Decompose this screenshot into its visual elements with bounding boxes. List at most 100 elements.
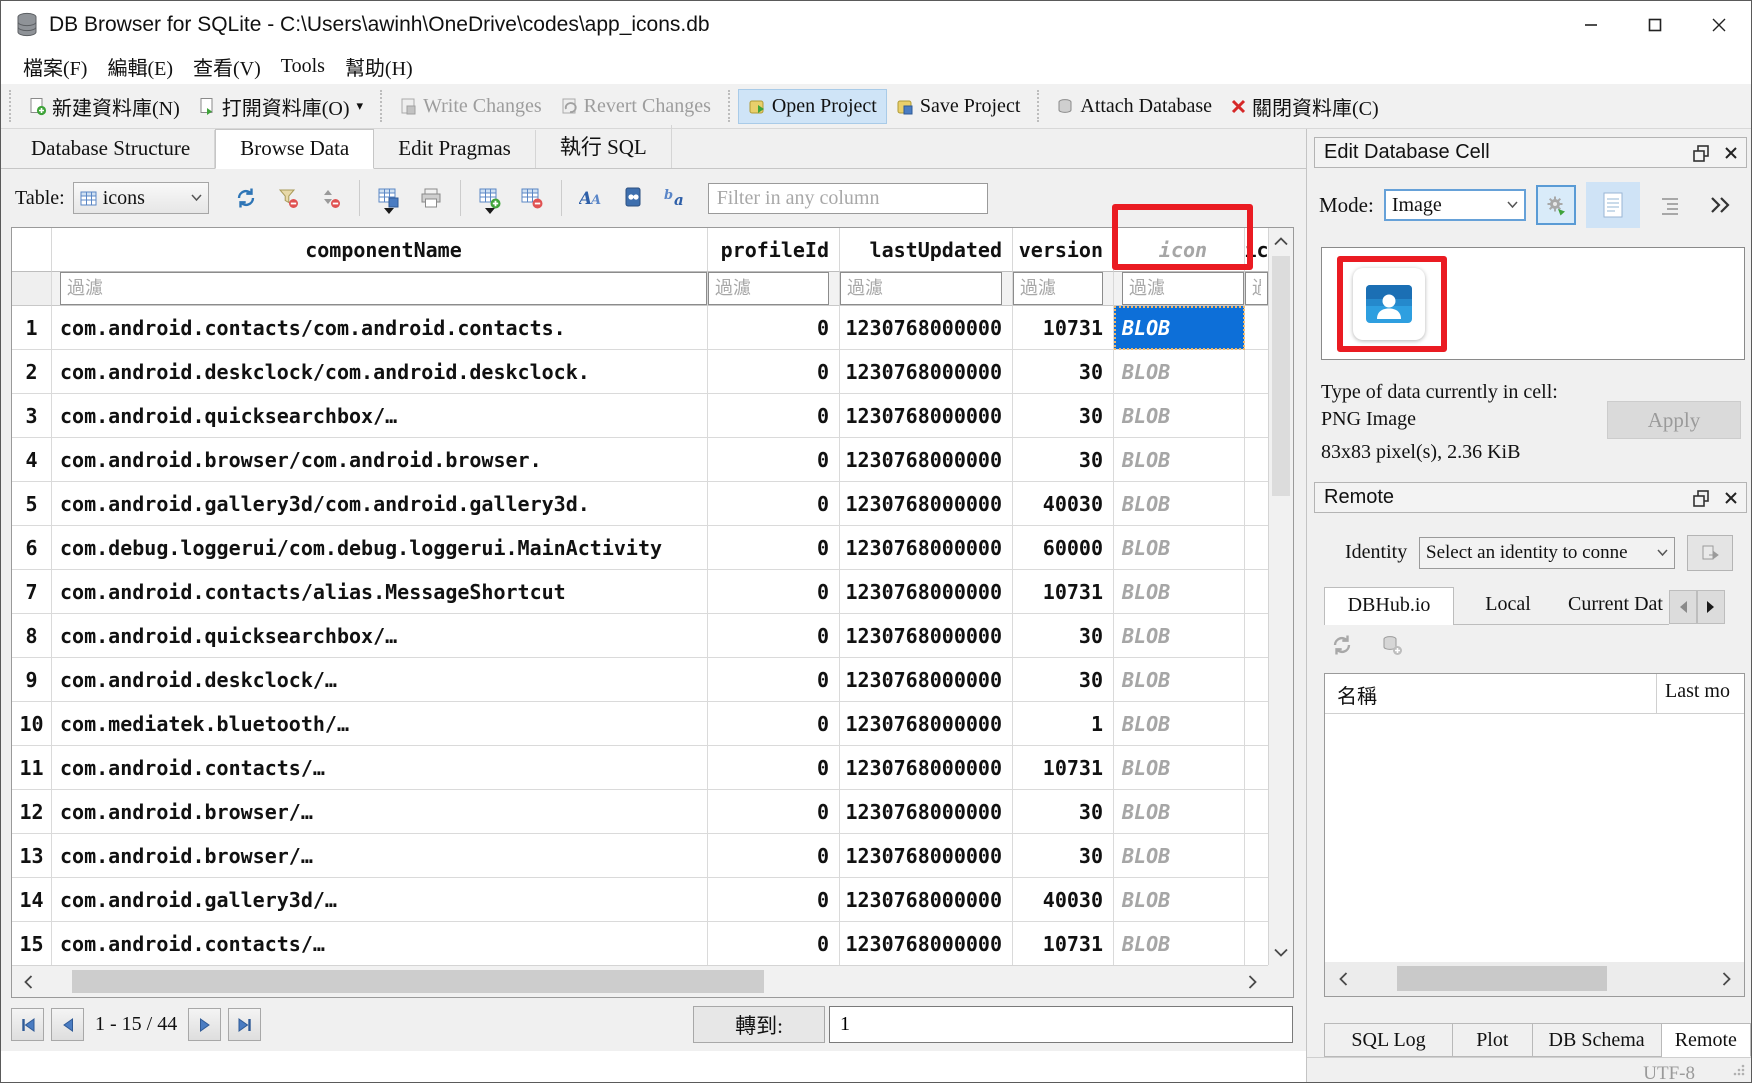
cell-version[interactable]: 30 [1013,394,1114,438]
cell-version[interactable]: 30 [1013,614,1114,658]
cell-componentName[interactable]: com.debug.loggerui/com.debug.loggerui.Ma… [52,526,708,570]
scroll-right-button[interactable] [1238,966,1266,997]
cell-icon[interactable]: BLOB [1114,614,1245,658]
remote-tab-dbhub[interactable]: DBHub.io [1324,587,1454,625]
filter-componentName-input[interactable] [60,272,707,305]
cell-lastUpdated[interactable]: 1230768000000 [840,614,1013,658]
close-button[interactable] [1687,1,1751,48]
cell-version[interactable]: 1 [1013,702,1114,746]
cell-profileId[interactable]: 0 [708,570,840,614]
cell-profileId[interactable]: 0 [708,790,840,834]
remote-list-scrollbar[interactable] [1325,962,1744,996]
remote-tab-local[interactable]: Local [1454,587,1562,625]
cell-lastUpdated[interactable]: 1230768000000 [840,394,1013,438]
menu-tools[interactable]: Tools [271,51,335,82]
cell-partial[interactable] [1245,570,1268,614]
cell-profileId[interactable]: 0 [708,306,840,350]
delete-record-button[interactable] [514,181,550,215]
scroll-down-button[interactable] [1269,941,1293,963]
cell-profileId[interactable]: 0 [708,394,840,438]
cell-componentName[interactable]: com.mediatek.bluetooth/… [52,702,708,746]
cell-partial[interactable] [1245,394,1268,438]
resize-grip[interactable] [1733,1064,1745,1076]
import-data-button[interactable] [1536,185,1576,225]
previous-page-button[interactable] [51,1008,84,1041]
menu-file[interactable]: 檔案(F) [13,48,97,85]
print-button[interactable] [413,181,449,215]
menu-help[interactable]: 幫助(H) [335,48,423,85]
cell-version[interactable]: 30 [1013,658,1114,702]
global-filter-input[interactable] [708,183,988,214]
cell-partial[interactable] [1245,878,1268,922]
minimize-button[interactable] [1559,1,1623,48]
cell-version[interactable]: 10731 [1013,570,1114,614]
cell-icon[interactable]: BLOB [1114,922,1245,966]
cell-partial[interactable] [1245,438,1268,482]
cell-icon[interactable]: BLOB [1114,658,1245,702]
new-database-button[interactable]: 新建資料庫(N) [19,87,189,126]
cell-version[interactable]: 10731 [1013,306,1114,350]
header-version[interactable]: version [1013,228,1114,272]
goto-input[interactable] [829,1006,1293,1043]
remote-list-modified-column[interactable]: Last mo [1657,674,1744,713]
cell-version[interactable]: 40030 [1013,482,1114,526]
cell-icon[interactable]: BLOB [1114,482,1245,526]
menu-view[interactable]: 查看(V) [183,48,271,85]
cell-lastUpdated[interactable]: 1230768000000 [840,878,1013,922]
cell-componentName[interactable]: com.android.contacts/… [52,922,708,966]
cell-version[interactable]: 30 [1013,834,1114,878]
remote-refresh-button[interactable] [1331,634,1353,656]
cell-profileId[interactable]: 0 [708,350,840,394]
cell-icon[interactable]: BLOB [1114,306,1245,350]
upload-database-button[interactable] [1687,535,1733,571]
apply-button[interactable]: Apply [1607,401,1741,439]
cell-lastUpdated[interactable]: 1230768000000 [840,482,1013,526]
cell-version[interactable]: 40030 [1013,878,1114,922]
cell-profileId[interactable]: 0 [708,438,840,482]
cell-profileId[interactable]: 0 [708,746,840,790]
open-project-button[interactable]: Open Project [738,89,887,124]
cell-profileId[interactable]: 0 [708,482,840,526]
vertical-scroll-thumb[interactable] [1272,256,1290,496]
remote-clone-database-button[interactable] [1381,634,1403,656]
cell-partial[interactable] [1245,746,1268,790]
header-lastUpdated[interactable]: lastUpdated [840,228,1013,272]
header-componentName[interactable]: componentName [52,228,708,272]
cell-profileId[interactable]: 0 [708,702,840,746]
open-database-dropdown-icon[interactable]: ▾ [357,98,364,114]
cell-profileId[interactable]: 0 [708,526,840,570]
tab-browse-data[interactable]: Browse Data [215,129,374,169]
cell-componentName[interactable]: com.android.browser/… [52,834,708,878]
cell-icon[interactable]: BLOB [1114,878,1245,922]
remote-list-name-column[interactable]: 名稱 [1325,674,1657,713]
cell-profileId[interactable]: 0 [708,614,840,658]
export-dropdown-icon[interactable] [384,208,394,219]
cell-partial[interactable] [1245,482,1268,526]
tab-scroll-right-button[interactable] [1697,590,1725,624]
more-options-button[interactable] [1700,185,1740,225]
cell-profileId[interactable]: 0 [708,834,840,878]
filter-lastUpdated-input[interactable] [840,272,1002,305]
font-button[interactable]: AA [573,181,609,215]
maximize-button[interactable] [1623,1,1687,48]
cell-partial[interactable] [1245,614,1268,658]
cell-componentName[interactable]: com.android.deskclock/… [52,658,708,702]
dock-tab-db-schema[interactable]: DB Schema [1533,1023,1662,1057]
vertical-scrollbar[interactable] [1268,228,1293,965]
scroll-left-button[interactable] [1329,962,1357,995]
cell-lastUpdated[interactable]: 1230768000000 [840,922,1013,966]
cell-componentName[interactable]: com.android.browser/… [52,790,708,834]
revert-changes-button[interactable]: Revert Changes [551,90,720,123]
filter-partial-input[interactable] [1245,272,1268,305]
cell-partial[interactable] [1245,702,1268,746]
cell-icon[interactable]: BLOB [1114,702,1245,746]
cell-icon[interactable]: BLOB [1114,790,1245,834]
horizontal-scroll-thumb[interactable] [72,970,764,993]
dock-tab-sql-log[interactable]: SQL Log [1324,1023,1453,1057]
close-panel-icon[interactable] [1716,141,1746,165]
cell-icon[interactable]: BLOB [1114,350,1245,394]
cell-version[interactable]: 30 [1013,438,1114,482]
cell-partial[interactable] [1245,922,1268,966]
tab-edit-pragmas[interactable]: Edit Pragmas [374,130,536,168]
header-profileId[interactable]: profileId [708,228,840,272]
